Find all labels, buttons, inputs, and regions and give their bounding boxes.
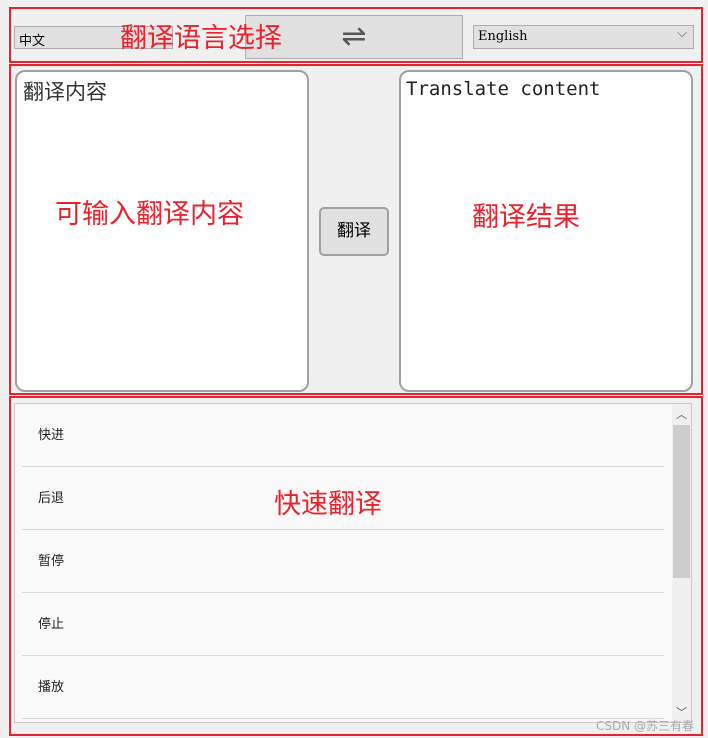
swap-icon: ⇌ [341,19,367,54]
annotation-language: 翻译语言选择 [120,23,282,54]
list-item[interactable]: 快进 [22,404,664,467]
target-language-value: English [478,29,528,44]
annotation-quick: 快速翻译 [274,489,382,520]
target-language-select[interactable]: English ⌵ [473,25,694,49]
translate-button[interactable]: 翻译 [319,207,389,256]
scrollbar-thumb[interactable] [673,425,690,578]
annotation-input: 可输入翻译内容 [55,199,244,230]
output-text: Translate content [406,78,601,100]
watermark: CSDN @苏三有春 [596,719,695,733]
list-item[interactable]: 播放 [22,656,664,719]
scrollbar[interactable]: ︿ ﹀ [672,404,691,722]
annotation-output: 翻译结果 [472,202,580,233]
chevron-up-icon[interactable]: ︿ [672,406,691,422]
list-item[interactable]: 停止 [22,593,664,656]
chevron-down-icon: ⌵ [677,26,687,41]
input-textbox[interactable]: 翻译内容 [15,70,309,392]
list-item[interactable]: 暂停 [22,530,664,593]
input-text: 翻译内容 [23,80,107,104]
